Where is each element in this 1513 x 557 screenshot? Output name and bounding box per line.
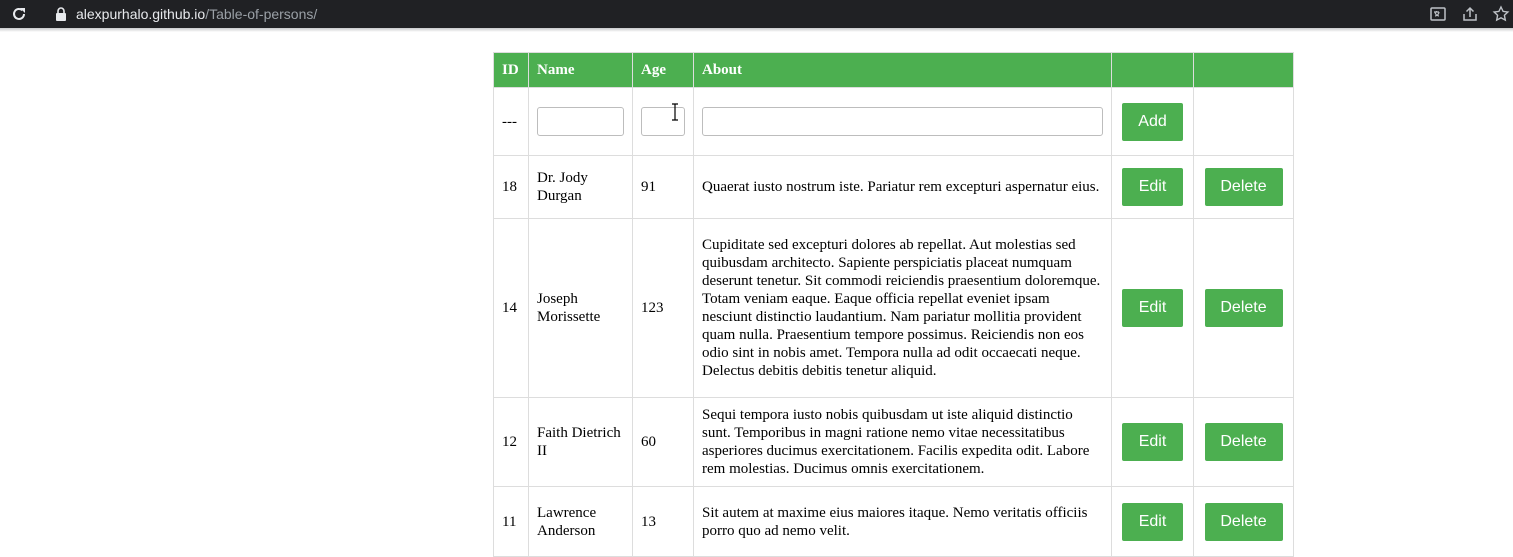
url-path: /Table-of-persons/ <box>205 6 318 22</box>
edit-button[interactable]: Edit <box>1122 168 1183 206</box>
delete-button[interactable]: Delete <box>1204 168 1283 206</box>
delete-button[interactable]: Delete <box>1204 502 1283 541</box>
persons-table: ID Name Age About --- Add 18 Dr. Jody Du… <box>493 52 1294 557</box>
row-age: 91 <box>632 155 694 219</box>
row-id: 14 <box>493 218 529 398</box>
new-row-id: --- <box>493 87 529 156</box>
table-row: 11 Lawrence Anderson 13 Sit autem at max… <box>493 486 1294 557</box>
row-about: Sit autem at maxime eius maiores itaque.… <box>693 486 1112 557</box>
lock-icon[interactable] <box>55 7 67 21</box>
row-name: Joseph Morissette <box>528 218 633 398</box>
row-age: 60 <box>632 397 694 487</box>
row-id: 11 <box>493 486 529 557</box>
delete-button[interactable]: Delete <box>1204 289 1283 327</box>
name-input[interactable] <box>537 107 624 136</box>
header-edit-column <box>1111 52 1194 88</box>
edit-button[interactable]: Edit <box>1122 423 1183 461</box>
edit-button[interactable]: Edit <box>1122 289 1183 327</box>
header-age: Age <box>632 52 694 88</box>
row-about: Cupiditate sed excepturi dolores ab repe… <box>693 218 1112 398</box>
row-age: 123 <box>632 218 694 398</box>
edit-button[interactable]: Edit <box>1122 502 1183 541</box>
row-about: Quaerat iusto nostrum iste. Pariatur rem… <box>693 155 1112 219</box>
text-cursor-icon <box>672 103 678 121</box>
new-person-row: --- Add <box>493 87 1294 156</box>
row-age: 13 <box>632 486 694 557</box>
header-delete-column <box>1193 52 1294 88</box>
url-host: alexpurhalo.github.io <box>76 6 206 22</box>
table-row: 14 Joseph Morissette 123 Cupiditate sed … <box>493 218 1294 398</box>
reload-icon[interactable] <box>10 5 28 23</box>
table-row: 18 Dr. Jody Durgan 91 Quaerat iusto nost… <box>493 155 1294 219</box>
table-row: 12 Faith Dietrich II 60 Sequi tempora iu… <box>493 397 1294 487</box>
toolbar-shadow <box>0 28 1513 32</box>
add-button[interactable]: Add <box>1122 102 1183 141</box>
row-name: Dr. Jody Durgan <box>528 155 633 219</box>
row-id: 18 <box>493 155 529 219</box>
header-id: ID <box>493 52 529 88</box>
row-id: 12 <box>493 397 529 487</box>
empty-cell <box>1193 87 1294 156</box>
header-name: Name <box>528 52 633 88</box>
bookmark-star-icon[interactable] <box>1492 5 1510 23</box>
delete-button[interactable]: Delete <box>1204 423 1283 461</box>
translate-icon[interactable] <box>1429 5 1447 23</box>
browser-toolbar: alexpurhalo.github.io/Table-of-persons/ <box>0 0 1513 28</box>
about-input[interactable] <box>702 107 1103 136</box>
header-about: About <box>693 52 1112 88</box>
row-about: Sequi tempora iusto nobis quibusdam ut i… <box>693 397 1112 487</box>
address-bar[interactable]: alexpurhalo.github.io/Table-of-persons/ <box>76 6 317 22</box>
share-icon[interactable] <box>1461 5 1479 23</box>
row-name: Lawrence Anderson <box>528 486 633 557</box>
row-name: Faith Dietrich II <box>528 397 633 487</box>
table-header-row: ID Name Age About <box>493 52 1294 88</box>
